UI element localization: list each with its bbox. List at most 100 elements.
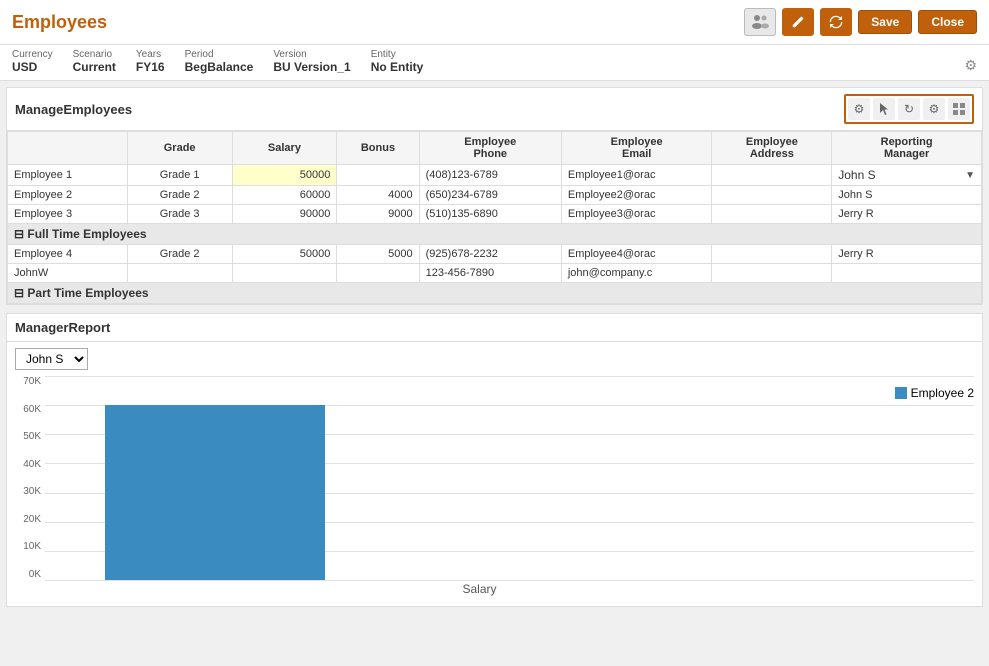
toolbar-settings-button[interactable]: ⚙ — [848, 98, 870, 120]
emp-name: Employee 4 — [8, 245, 128, 264]
emp-address — [712, 264, 832, 283]
users-icon — [751, 14, 769, 30]
table-header-row: Grade Salary Bonus EmployeePhone Employe… — [8, 132, 982, 165]
save-button[interactable]: Save — [858, 10, 912, 34]
emp-email: Employee1@orac — [561, 165, 712, 186]
emp-email: john@company.c — [561, 264, 712, 283]
group-label: ⊟ Part Time Employees — [8, 283, 982, 304]
users-icon-button[interactable] — [744, 8, 776, 36]
metadata-bar: Currency USD Scenario Current Years FY16… — [0, 45, 989, 81]
col-address: EmployeeAddress — [712, 132, 832, 165]
period-meta: Period BegBalance — [185, 49, 254, 74]
chart-container: 70K 60K 50K 40K 30K 20K 10K 0K — [7, 376, 982, 606]
chart-legend: Employee 2 — [895, 386, 974, 400]
table-row: JohnW 123-456-7890 john@company.c — [8, 264, 982, 283]
emp-salary[interactable]: 90000 — [232, 205, 337, 224]
emp-email: Employee2@orac — [561, 186, 712, 205]
emp-name: JohnW — [8, 264, 128, 283]
page-title: Employees — [12, 12, 107, 33]
emp-grade: Grade 2 — [127, 186, 232, 205]
cursor-icon — [878, 102, 890, 116]
emp-manager: Jerry R — [832, 205, 982, 224]
manager-report-section: ManagerReport John S Jerry R 70K 60K 50K… — [6, 313, 983, 607]
edit-icon — [791, 15, 805, 29]
emp-name: Employee 2 — [8, 186, 128, 205]
col-phone: EmployeePhone — [419, 132, 561, 165]
toolbar-grid-button[interactable] — [948, 98, 970, 120]
manage-employees-section: ManageEmployees ⚙ ↻ ⚙ — [6, 87, 983, 305]
legend-label: Employee 2 — [911, 386, 974, 400]
emp-address — [712, 165, 832, 186]
emp-grade: Grade 3 — [127, 205, 232, 224]
table-row: Employee 2 Grade 2 60000 4000 (650)234-6… — [8, 186, 982, 205]
scenario-meta: Scenario Current — [73, 49, 116, 74]
emp-phone: (510)135-6890 — [419, 205, 561, 224]
col-email: EmployeeEmail — [561, 132, 712, 165]
grid-line — [45, 580, 974, 581]
emp-manager: John S — [832, 186, 982, 205]
table-row: Employee 4 Grade 2 50000 5000 (925)678-2… — [8, 245, 982, 264]
manager-report-title: ManagerReport — [15, 320, 110, 335]
x-axis-label: Salary — [45, 582, 914, 596]
emp-name: Employee 3 — [8, 205, 128, 224]
emp-bonus[interactable]: 4000 — [337, 186, 419, 205]
col-bonus: Bonus — [337, 132, 419, 165]
emp-address — [712, 245, 832, 264]
version-meta: Version BU Version_1 — [273, 49, 350, 74]
emp-grade — [127, 264, 232, 283]
col-name — [8, 132, 128, 165]
header-actions: Save Close — [744, 8, 977, 36]
emp-phone: (650)234-6789 — [419, 186, 561, 205]
emp-grade: Grade 1 — [127, 165, 232, 186]
emp-bonus[interactable]: 5000 — [337, 245, 419, 264]
chart-bars-area — [45, 376, 914, 580]
emp-salary[interactable]: 50000 — [232, 165, 337, 186]
section-title: ManageEmployees — [15, 102, 132, 117]
emp-manager: Jerry R — [832, 245, 982, 264]
emp-phone: (408)123-6789 — [419, 165, 561, 186]
app-header: Employees Save Close — [0, 0, 989, 45]
emp-manager — [832, 264, 982, 283]
emp-name: Employee 1 — [8, 165, 128, 186]
emp-salary[interactable]: 60000 — [232, 186, 337, 205]
close-button[interactable]: Close — [918, 10, 977, 34]
currency-meta: Currency USD — [12, 49, 53, 74]
group-header-row: ⊟ Full Time Employees — [8, 224, 982, 245]
emp-phone: 123-456-7890 — [419, 264, 561, 283]
refresh-icon-button[interactable] — [820, 8, 852, 36]
toolbar-refresh-button[interactable]: ↻ — [898, 98, 920, 120]
emp-bonus[interactable]: 9000 — [337, 205, 419, 224]
emp-address — [712, 205, 832, 224]
grid-icon — [953, 103, 965, 115]
emp-email: Employee4@orac — [561, 245, 712, 264]
emp-grade: Grade 2 — [127, 245, 232, 264]
toolbar-gear2-button[interactable]: ⚙ — [923, 98, 945, 120]
emp-bonus[interactable] — [337, 264, 419, 283]
refresh-icon — [829, 15, 843, 29]
table-row: Employee 3 Grade 3 90000 9000 (510)135-6… — [8, 205, 982, 224]
col-grade: Grade — [127, 132, 232, 165]
col-salary: Salary — [232, 132, 337, 165]
chart-bar-employee2-salary — [105, 405, 325, 580]
settings-icon[interactable]: ⚙ — [964, 57, 977, 74]
years-meta: Years FY16 — [136, 49, 165, 74]
manager-dropdown[interactable]: John S Jerry R — [15, 348, 88, 370]
chart-plot-area: Salary Employee 2 — [45, 376, 974, 598]
legend-color-box — [895, 387, 907, 399]
section-header: ManageEmployees ⚙ ↻ ⚙ — [7, 88, 982, 131]
emp-bonus[interactable] — [337, 165, 419, 186]
toolbar-cursor-button[interactable] — [873, 98, 895, 120]
entity-meta: Entity No Entity — [371, 49, 424, 74]
emp-address — [712, 186, 832, 205]
group-label: ⊟ Full Time Employees — [8, 224, 982, 245]
y-axis: 70K 60K 50K 40K 30K 20K 10K 0K — [15, 376, 45, 598]
emp-phone: (925)678-2232 — [419, 245, 561, 264]
section-toolbar: ⚙ ↻ ⚙ — [844, 94, 974, 124]
manager-controls: John S Jerry R — [7, 342, 982, 376]
manager-report-header: ManagerReport — [7, 314, 982, 342]
edit-icon-button[interactable] — [782, 8, 814, 36]
employees-table: Grade Salary Bonus EmployeePhone Employe… — [7, 131, 982, 304]
emp-manager[interactable]: John S ▼ — [832, 165, 982, 186]
emp-salary[interactable]: 50000 — [232, 245, 337, 264]
emp-salary[interactable] — [232, 264, 337, 283]
